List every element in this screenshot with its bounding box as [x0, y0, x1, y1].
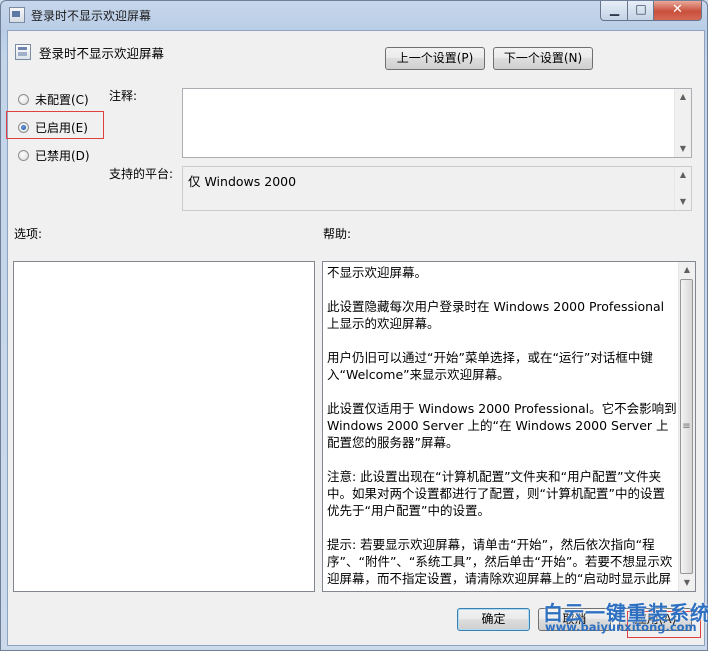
policy-name: 登录时不显示欢迎屏幕: [39, 46, 165, 61]
minimize-icon: ▁: [609, 2, 620, 16]
maximize-button[interactable]: □: [627, 1, 655, 21]
platform-value: 仅 Windows 2000: [188, 174, 297, 189]
help-paragraph: 此设置仅适用于 Windows 2000 Professional。它不会影响到…: [327, 401, 677, 450]
options-panel: [13, 261, 315, 592]
policy-dialog-window: 登录时不显示欢迎屏幕 ▁ □ ✕ 登录时不显示欢迎屏幕 上一个设置(P) 下一个…: [0, 0, 708, 651]
scroll-down-arrow-icon[interactable]: ▼: [675, 194, 691, 210]
scroll-up-arrow-icon[interactable]: ▲: [675, 167, 691, 183]
help-scroll-thumb[interactable]: [680, 279, 693, 574]
close-icon: ✕: [672, 2, 683, 17]
help-scrollbar[interactable]: ▲ ▼: [678, 262, 695, 591]
minimize-button[interactable]: ▁: [600, 1, 629, 21]
help-paragraph: 注意: 此设置出现在“计算机配置”文件夹和“用户配置”文件夹中。如果对两个设置都…: [327, 469, 665, 518]
platform-scrollbar[interactable]: ▲ ▼: [674, 167, 691, 210]
comment-label: 注释:: [109, 89, 138, 103]
options-label: 选项:: [14, 227, 43, 241]
help-label: 帮助:: [323, 227, 352, 241]
help-text: 不显示欢迎屏幕。 此设置隐藏每次用户登录时在 Windows 2000 Prof…: [327, 264, 677, 604]
platform-field: 仅 Windows 2000 ▲ ▼: [182, 166, 692, 211]
comment-scrollbar[interactable]: ▲ ▼: [674, 89, 691, 157]
scroll-up-arrow-icon[interactable]: ▲: [679, 262, 695, 278]
next-setting-button[interactable]: 下一个设置(N): [493, 47, 593, 70]
policy-setting-icon: [15, 44, 31, 60]
maximize-icon: □: [635, 2, 647, 16]
radio-not-configured-circle[interactable]: [18, 94, 29, 105]
policy-app-icon: [9, 7, 25, 23]
scroll-up-arrow-icon[interactable]: ▲: [675, 89, 691, 105]
previous-setting-button[interactable]: 上一个设置(P): [385, 47, 485, 70]
close-button[interactable]: ✕: [653, 1, 702, 21]
radio-enabled-circle[interactable]: [18, 122, 29, 133]
dialog-client-area: 登录时不显示欢迎屏幕 上一个设置(P) 下一个设置(N) 未配置(C) 已启用(…: [6, 30, 705, 646]
comment-textarea[interactable]: ▲ ▼: [182, 88, 692, 158]
scroll-down-arrow-icon[interactable]: ▼: [679, 575, 695, 591]
window-title: 登录时不显示欢迎屏幕: [31, 9, 152, 23]
ok-button[interactable]: 确定: [457, 608, 530, 631]
scroll-down-arrow-icon[interactable]: ▼: [675, 141, 691, 157]
radio-disabled-circle[interactable]: [18, 150, 29, 161]
help-paragraph: 提示: 若要显示欢迎屏幕，请单击“开始”，然后依次指向“程序”、“附件”、“系统…: [327, 537, 673, 586]
help-panel: 不显示欢迎屏幕。 此设置隐藏每次用户登录时在 Windows 2000 Prof…: [322, 261, 696, 592]
platform-label: 支持的平台:: [109, 167, 174, 181]
radio-disabled-label[interactable]: 已禁用(D): [35, 147, 90, 165]
help-paragraph: 不显示欢迎屏幕。: [327, 265, 428, 280]
help-paragraph: 此设置隐藏每次用户登录时在 Windows 2000 Professional …: [327, 299, 665, 331]
radio-enabled-label[interactable]: 已启用(E): [35, 119, 88, 137]
radio-not-configured-label[interactable]: 未配置(C): [35, 91, 89, 109]
watermark-url: www.baiyunxitong.com: [545, 620, 697, 634]
help-paragraph: 用户仍旧可以通过“开始”菜单选择，或在“运行”对话框中键入“Welcome”来显…: [327, 350, 653, 382]
